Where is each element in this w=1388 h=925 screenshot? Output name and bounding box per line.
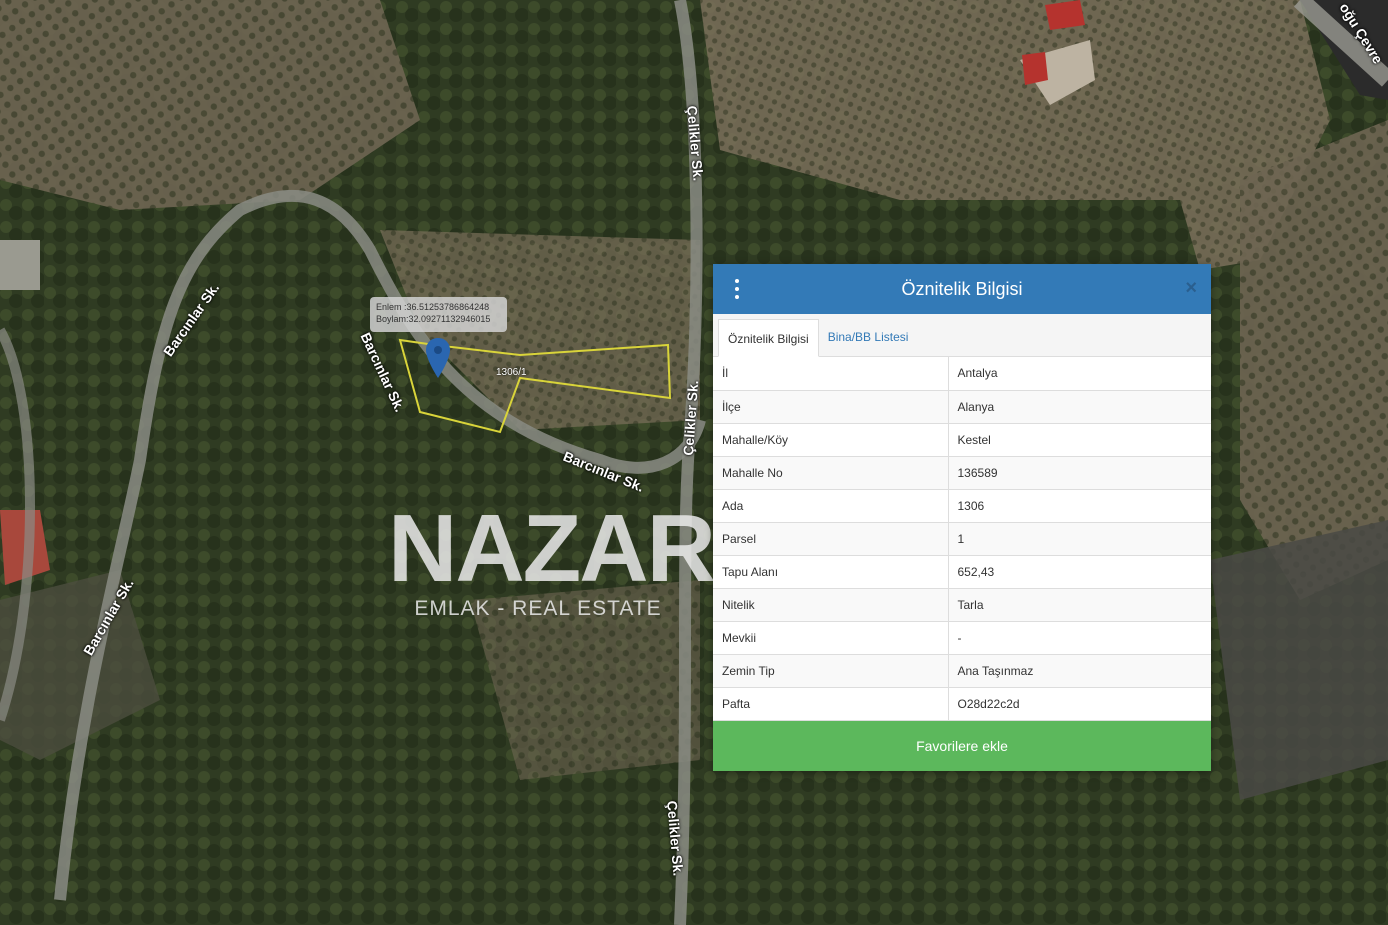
attribute-key: Mahalle/Köy [713,423,949,457]
attribute-value: Tarla [948,588,1211,622]
latitude-text: Enlem :36.51253786864248 [376,302,490,312]
coordinate-tooltip: Enlem :36.51253786864248 Boylam:32.09271… [370,297,507,332]
table-row: Tapu Alanı 652,43 [713,555,1211,589]
attribute-value: 1 [948,522,1211,556]
parcel-label: 1306/1 [496,367,527,378]
vertical-dots-icon[interactable] [731,278,743,300]
watermark-subtitle: EMLAK - REAL ESTATE [414,597,662,620]
tab-attribute-info[interactable]: Öznitelik Bilgisi [718,319,819,357]
attribute-table: İl Antalya İlçe Alanya Mahalle/Köy Kestel Maha… [713,357,1211,721]
table-row: Mahalle/Köy Kestel [713,423,1211,457]
attribute-value: Kestel [948,423,1211,457]
table-row: Mevkii - [713,621,1211,655]
panel-tabs: Öznitelik Bilgisi Bina/BB Listesi [713,314,1211,357]
panel-header: Öznitelik Bilgisi × [713,264,1211,314]
watermark-logo: NAZAR [388,495,716,602]
attribute-key: Parsel [713,522,949,556]
attribute-info-panel: Öznitelik Bilgisi × Öznitelik Bilgisi Bi… [713,264,1211,771]
longitude-text: Boylam:32.09271132946015 [376,314,491,324]
table-row: Nitelik Tarla [713,588,1211,622]
tab-building-list[interactable]: Bina/BB Listesi [819,318,918,356]
attribute-value: Alanya [948,390,1211,424]
attribute-value: 1306 [948,489,1211,523]
attribute-key: Nitelik [713,588,949,622]
attribute-value: - [948,621,1211,655]
add-to-favorites-button[interactable]: Favorilere ekle [713,720,1211,771]
attribute-key: Mahalle No [713,456,949,490]
table-row: İl Antalya [713,357,1211,391]
table-row: Pafta O28d22c2d [713,687,1211,721]
watermark: NAZAR EMLAK - REAL ESTATE [388,495,716,621]
table-row: Zemin Tip Ana Taşınmaz [713,654,1211,688]
table-row: Ada 1306 [713,489,1211,523]
attribute-key: İl [713,357,949,391]
attribute-key: Pafta [713,687,949,721]
panel-title: Öznitelik Bilgisi [901,278,1023,299]
attribute-value: O28d22c2d [948,687,1211,721]
attribute-key: Ada [713,489,949,523]
close-icon[interactable]: × [1185,276,1197,300]
attribute-key: Tapu Alanı [713,555,949,589]
table-row: Parsel 1 [713,522,1211,556]
attribute-key: İlçe [713,390,949,424]
attribute-key: Zemin Tip [713,654,949,688]
attribute-value: Antalya [948,357,1211,391]
attribute-value: 136589 [948,456,1211,490]
attribute-key: Mevkii [713,621,949,655]
table-row: İlçe Alanya [713,390,1211,424]
attribute-value: Ana Taşınmaz [948,654,1211,688]
table-row: Mahalle No 136589 [713,456,1211,490]
attribute-value: 652,43 [948,555,1211,589]
